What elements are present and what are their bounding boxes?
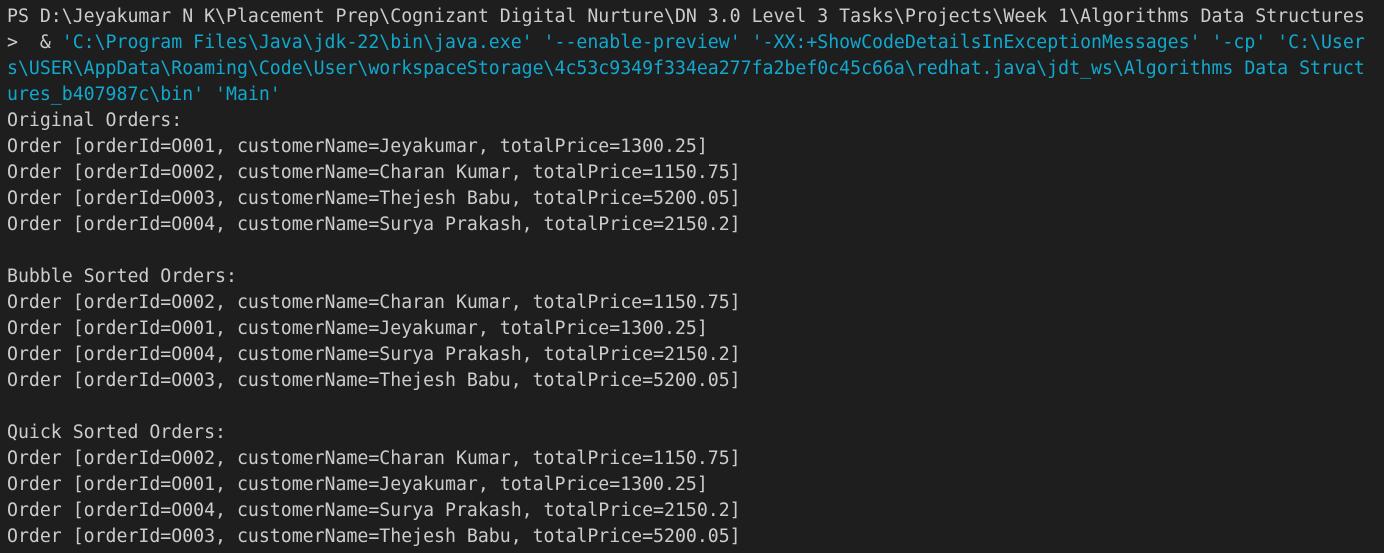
order-line: Order [orderId=O002, customerName=Charan… [7, 448, 741, 469]
order-line: Order [orderId=O003, customerName=Thejes… [7, 188, 741, 209]
prompt-line: PS D:\Jeyakumar N K\Placement Prep\Cogni… [7, 6, 1365, 27]
command-line: > & 'C:\Program Files\Java\jdk-22\bin\ja… [7, 30, 1384, 56]
command-line-wrap: ures_b407987c\bin' 'Main' [7, 84, 281, 105]
terminal-output[interactable]: PS D:\Jeyakumar N K\Placement Prep\Cogni… [0, 0, 1384, 550]
order-line: Order [orderId=O001, customerName=Jeyaku… [7, 136, 708, 157]
order-line: Order [orderId=O001, customerName=Jeyaku… [7, 474, 708, 495]
command-line-wrap: s\USER\AppData\Roaming\Code\User\workspa… [7, 58, 1365, 79]
section-title: Original Orders: [7, 110, 183, 131]
section-title: Quick Sorted Orders: [7, 422, 226, 443]
order-line: Order [orderId=O004, customerName=Surya … [7, 500, 741, 521]
command-text: 'C:\Program Files\Java\jdk-22\bin\java.e… [61, 32, 1365, 53]
command-prefix: > & [7, 32, 62, 53]
section-title: Bubble Sorted Orders: [7, 266, 237, 287]
order-line: Order [orderId=O003, customerName=Thejes… [7, 526, 741, 547]
order-line: Order [orderId=O001, customerName=Jeyaku… [7, 318, 708, 339]
order-line: Order [orderId=O004, customerName=Surya … [7, 344, 741, 365]
order-line: Order [orderId=O002, customerName=Charan… [7, 292, 741, 313]
order-line: Order [orderId=O002, customerName=Charan… [7, 162, 741, 183]
order-line: Order [orderId=O003, customerName=Thejes… [7, 370, 741, 391]
order-line: Order [orderId=O004, customerName=Surya … [7, 214, 741, 235]
